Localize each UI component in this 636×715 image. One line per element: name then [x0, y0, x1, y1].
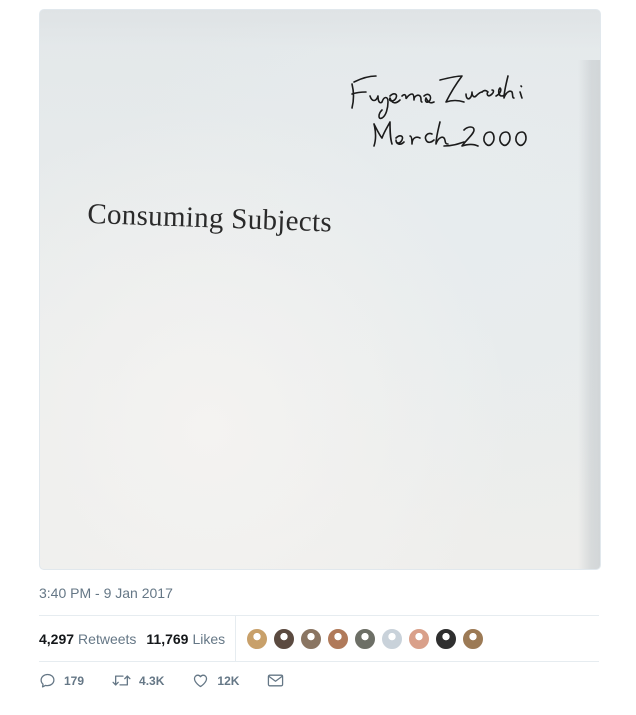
avatar[interactable] [300, 627, 323, 650]
retweet-count: 4.3K [139, 673, 165, 688]
tweet-photo[interactable]: Consuming Subjects [39, 9, 601, 570]
likes-label: Likes [192, 630, 226, 647]
direct-message-button[interactable] [267, 673, 284, 688]
avatar[interactable] [408, 627, 431, 650]
envelope-icon [268, 674, 284, 687]
avatar[interactable] [327, 627, 350, 650]
tweet-timestamp[interactable]: 3:40 PM - 9 Jan 2017 [39, 585, 173, 601]
divider [39, 661, 599, 662]
retweet-button[interactable]: 4.3K [112, 672, 164, 689]
photo-shadow [40, 10, 600, 48]
reply-button[interactable]: 179 [39, 672, 84, 689]
handwritten-signature [351, 75, 527, 147]
avatar[interactable] [354, 627, 377, 650]
page-edge [578, 60, 600, 569]
avatar[interactable] [381, 627, 404, 650]
avatar[interactable] [246, 627, 269, 650]
liked-by-avatars [246, 627, 489, 650]
heart-icon [194, 674, 208, 688]
stats-separator [235, 616, 237, 661]
reply-count: 179 [64, 673, 85, 688]
avatar[interactable] [462, 627, 485, 650]
retweet-icon [112, 675, 131, 686]
retweets-label: Retweets [78, 630, 137, 647]
likes-stat[interactable]: 11,769 Likes [146, 631, 225, 647]
retweets-stat[interactable]: 4,297 Retweets [39, 631, 136, 647]
tweet-actions: 179 4.3K 12K [39, 672, 312, 689]
tweet-stats: 4,297 Retweets 11,769 Likes [39, 616, 599, 661]
book-title: Consuming Subjects [86, 198, 333, 239]
likes-count: 11,769 [146, 630, 189, 647]
like-count: 12K [217, 673, 240, 688]
reply-icon [40, 673, 55, 688]
retweets-count: 4,297 [39, 630, 75, 647]
like-button[interactable]: 12K [192, 672, 239, 689]
avatar[interactable] [273, 627, 296, 650]
avatar[interactable] [435, 627, 458, 650]
